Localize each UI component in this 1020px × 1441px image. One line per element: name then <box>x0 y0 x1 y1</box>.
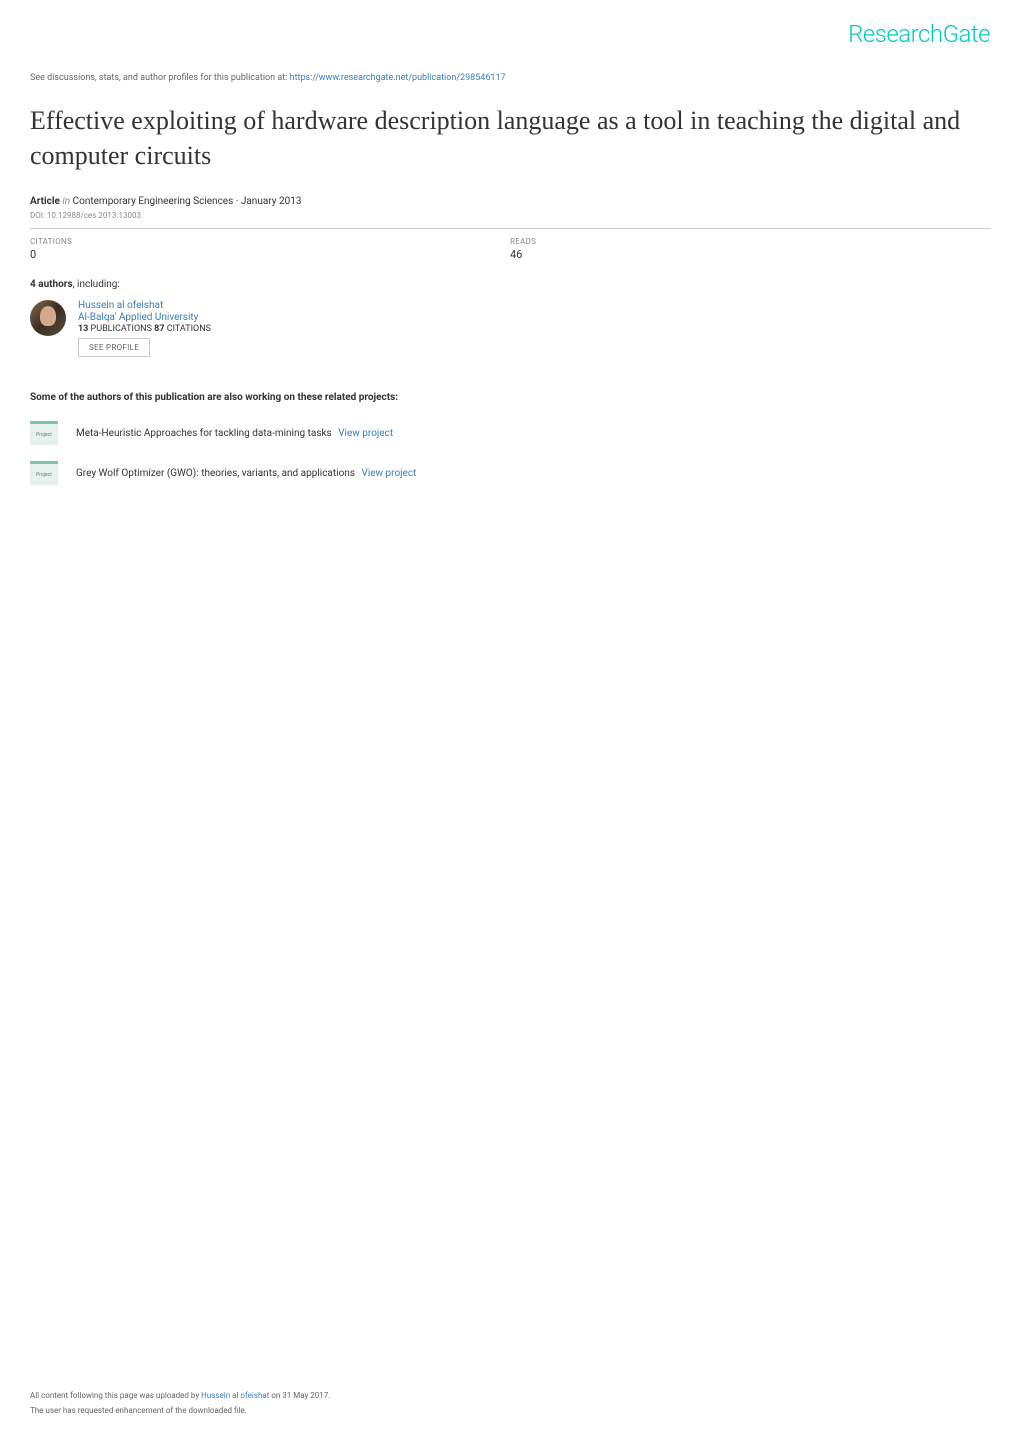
citations-label: CITATIONS <box>30 237 510 246</box>
avatar[interactable] <box>30 300 66 336</box>
author-name-link[interactable]: Hussein al ofeishat <box>78 300 211 311</box>
authors-heading: 4 authors, including: <box>0 269 1020 298</box>
project-row: Project Meta-Heuristic Approaches for ta… <box>0 413 1020 453</box>
footer-prefix: All content following this page was uplo… <box>30 1391 201 1400</box>
cites-label: CITATIONS <box>164 324 211 334</box>
reads-value: 46 <box>510 248 990 261</box>
project-title: Meta-Heuristic Approaches for tackling d… <box>76 428 332 439</box>
authors-count: 4 authors <box>30 279 73 290</box>
author-card: Hussein al ofeishat Al-Balqa' Applied Un… <box>0 298 1020 367</box>
see-profile-button[interactable]: SEE PROFILE <box>78 338 150 357</box>
pubs-label: PUBLICATIONS <box>88 324 154 334</box>
project-icon-label: Project <box>36 472 52 478</box>
article-meta: Article in Contemporary Engineering Scie… <box>0 178 1020 209</box>
pubs-num: 13 <box>78 324 88 334</box>
researchgate-logo[interactable]: ResearchGate <box>848 20 990 48</box>
stats-row: CITATIONS 0 READS 46 <box>30 228 990 269</box>
discussion-line: See discussions, stats, and author profi… <box>0 58 1020 88</box>
footer-suffix: on 31 May 2017. <box>269 1391 330 1400</box>
project-row: Project Grey Wolf Optimizer (GWO): theor… <box>0 453 1020 493</box>
publication-title[interactable]: Effective exploiting of hardware descrip… <box>0 88 1020 178</box>
cites-num: 87 <box>154 324 164 334</box>
citations-block: CITATIONS 0 <box>30 237 510 261</box>
footer-enhancement-line: The user has requested enhancement of th… <box>30 1406 330 1415</box>
reads-block: READS 46 <box>510 237 990 261</box>
footer-author-link[interactable]: Hussein al ofeishat <box>201 1391 269 1400</box>
journal-name: Contemporary Engineering Sciences · Janu… <box>73 196 302 207</box>
doi-line: DOI: 10.12988/ces.2013.13003 <box>0 209 1020 228</box>
in-label: in <box>62 196 70 207</box>
citations-value: 0 <box>30 248 510 261</box>
related-projects-heading: Some of the authors of this publication … <box>0 367 1020 413</box>
publication-url-link[interactable]: https://www.researchgate.net/publication… <box>290 73 506 83</box>
footer-upload-line: All content following this page was uplo… <box>30 1391 330 1400</box>
author-affiliation-link[interactable]: Al-Balqa' Applied University <box>78 312 211 323</box>
view-project-link[interactable]: View project <box>361 468 416 479</box>
project-title: Grey Wolf Optimizer (GWO): theories, var… <box>76 468 355 479</box>
project-icon: Project <box>30 421 58 445</box>
footer: All content following this page was uplo… <box>30 1391 330 1421</box>
project-icon-label: Project <box>36 432 52 438</box>
reads-label: READS <box>510 237 990 246</box>
author-pubcite: 13 PUBLICATIONS 87 CITATIONS <box>78 324 211 334</box>
discussion-prefix: See discussions, stats, and author profi… <box>30 73 290 83</box>
authors-suffix: , including: <box>73 279 120 290</box>
view-project-link[interactable]: View project <box>338 428 393 439</box>
project-icon: Project <box>30 461 58 485</box>
article-label: Article <box>30 196 60 207</box>
